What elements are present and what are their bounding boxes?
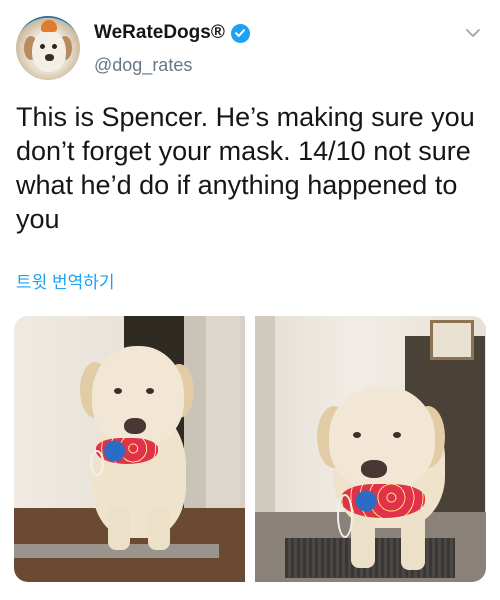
avatar-hat — [41, 20, 57, 32]
user-handle[interactable]: @dog_rates — [94, 55, 192, 76]
chevron-down-icon[interactable] — [464, 24, 482, 42]
face-mask — [341, 484, 425, 518]
mask-strap — [90, 450, 104, 476]
avatar-eye-left — [40, 44, 45, 49]
dog-leg — [148, 508, 170, 550]
dog-leg — [401, 510, 425, 570]
verified-badge-icon — [230, 23, 250, 43]
photo-1[interactable] — [14, 316, 245, 582]
dog-eye — [393, 432, 401, 438]
tweet-card: WeRateDogs® @dog_rates This is Spencer. … — [0, 0, 500, 600]
dog-leg — [108, 506, 130, 550]
avatar-face — [32, 30, 66, 72]
dog-nose — [124, 418, 146, 434]
tweet-text: This is Spencer. He’s making sure you do… — [16, 102, 475, 234]
dog-nose — [361, 460, 387, 478]
dog-eye — [146, 388, 154, 394]
translate-tweet-link[interactable]: 트윗 번역하기 — [16, 268, 115, 293]
mask-strap — [337, 494, 353, 538]
photo-2[interactable] — [255, 316, 486, 582]
face-mask — [96, 438, 158, 464]
avatar[interactable] — [16, 16, 80, 80]
tweet-media — [14, 316, 486, 582]
author-name-row[interactable]: WeRateDogs® — [94, 22, 250, 44]
avatar-nose — [45, 54, 54, 61]
display-name[interactable]: WeRateDogs® — [94, 22, 225, 44]
dog-eye — [114, 388, 122, 394]
dog-eye — [353, 432, 361, 438]
avatar-eye-right — [52, 44, 57, 49]
wall-picture — [430, 320, 474, 360]
